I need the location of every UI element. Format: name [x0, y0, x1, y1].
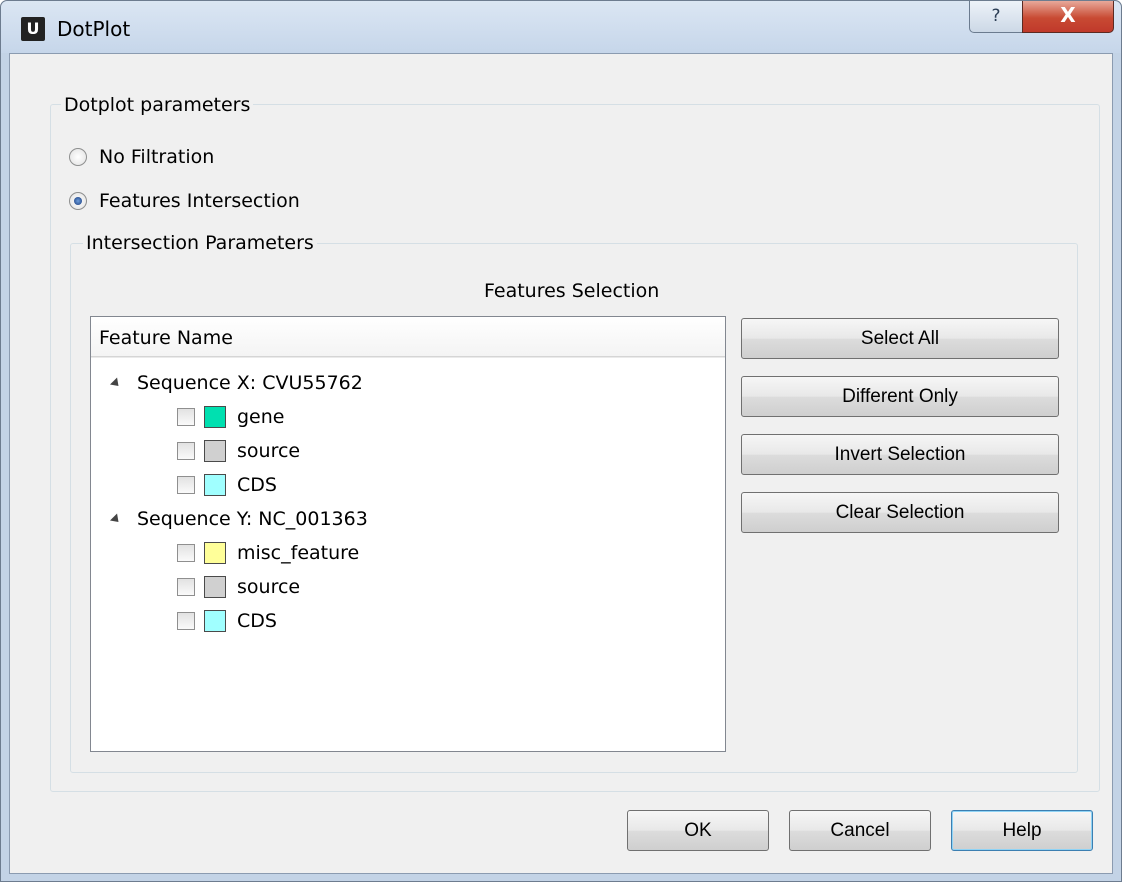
app-logo-icon: U [21, 17, 45, 41]
feature-checkbox[interactable] [177, 476, 195, 494]
help-icon[interactable]: ? [969, 1, 1023, 33]
feature-label: misc_feature [237, 542, 360, 564]
radio-no-filtration-label: No Filtration [99, 146, 215, 168]
tree-leaf-cds[interactable]: CDS [177, 605, 277, 637]
dotplot-dialog: U DotPlot ? X Dotplot parameters No Filt… [0, 0, 1122, 882]
window-title: DotPlot [57, 17, 131, 41]
feature-label: gene [237, 406, 285, 428]
features-selection-caption: Features Selection [484, 280, 660, 302]
tree-leaf-gene[interactable]: gene [177, 401, 284, 433]
radio-button-selected-icon[interactable] [69, 192, 87, 210]
feature-tree[interactable]: Feature Name Sequence X: CVU55762 gene s… [90, 316, 726, 752]
feature-checkbox[interactable] [177, 442, 195, 460]
feature-checkbox[interactable] [177, 578, 195, 596]
radio-button-icon[interactable] [69, 148, 87, 166]
column-header-feature-name[interactable]: Feature Name [91, 317, 725, 358]
color-swatch-icon [204, 474, 226, 496]
tree-node-sequence-y[interactable]: Sequence Y: NC_001363 [91, 503, 368, 535]
feature-checkbox[interactable] [177, 612, 195, 630]
color-swatch-icon [204, 406, 226, 428]
ok-button[interactable]: OK [627, 810, 769, 851]
color-swatch-icon [204, 440, 226, 462]
radio-features-intersection-label: Features Intersection [99, 190, 300, 212]
cancel-button[interactable]: Cancel [789, 810, 931, 851]
tree-node-sequence-x[interactable]: Sequence X: CVU55762 [91, 367, 363, 399]
feature-label: CDS [237, 474, 277, 496]
invert-selection-button[interactable]: Invert Selection [741, 434, 1059, 475]
radio-no-filtration[interactable]: No Filtration [69, 146, 214, 168]
tree-leaf-source[interactable]: source [177, 571, 300, 603]
title-bar[interactable]: U DotPlot ? X [1, 1, 1121, 53]
color-swatch-icon [204, 576, 226, 598]
tree-node-label: Sequence Y: NC_001363 [137, 508, 368, 530]
dotplot-parameters-title: Dotplot parameters [61, 94, 254, 116]
tree-leaf-misc-feature[interactable]: misc_feature [177, 537, 359, 569]
feature-checkbox[interactable] [177, 408, 195, 426]
select-all-button[interactable]: Select All [741, 318, 1059, 359]
dialog-body: Dotplot parameters No Filtration Feature… [9, 53, 1113, 874]
expand-arrow-icon[interactable] [109, 512, 123, 526]
tree-node-label: Sequence X: CVU55762 [137, 372, 363, 394]
tree-leaf-source[interactable]: source [177, 435, 300, 467]
close-icon[interactable]: X [1022, 1, 1114, 33]
radio-features-intersection[interactable]: Features Intersection [69, 190, 300, 212]
feature-checkbox[interactable] [177, 544, 195, 562]
clear-selection-button[interactable]: Clear Selection [741, 492, 1059, 533]
help-button[interactable]: Help [951, 810, 1093, 851]
different-only-button[interactable]: Different Only [741, 376, 1059, 417]
expand-arrow-icon[interactable] [109, 376, 123, 390]
feature-label: CDS [237, 610, 277, 632]
color-swatch-icon [204, 542, 226, 564]
tree-leaf-cds[interactable]: CDS [177, 469, 277, 501]
feature-label: source [237, 440, 301, 462]
intersection-parameters-title: Intersection Parameters [83, 232, 317, 254]
feature-label: source [237, 576, 301, 598]
color-swatch-icon [204, 610, 226, 632]
